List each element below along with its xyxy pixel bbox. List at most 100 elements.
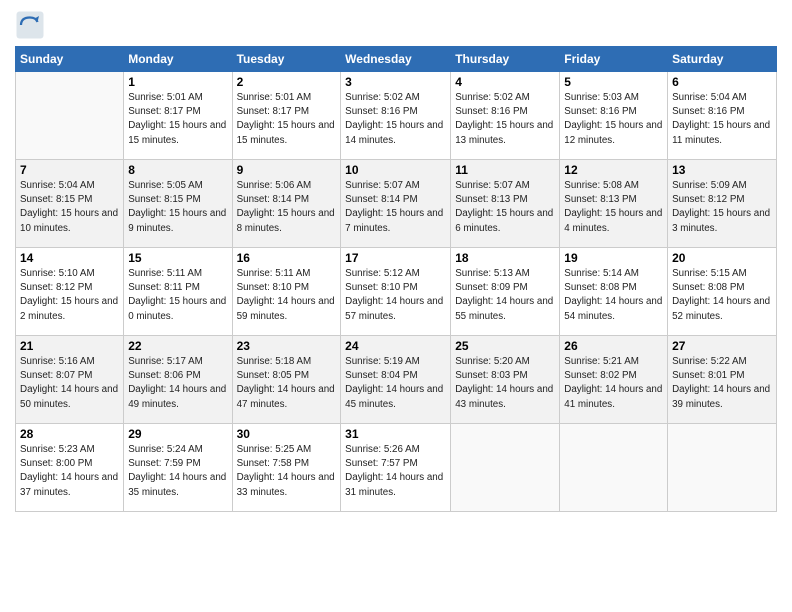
calendar-cell: 26 Sunrise: 5:21 AMSunset: 8:02 PMDayligh… bbox=[560, 336, 668, 424]
calendar-cell: 30Sunrise: 5:25 AMSunset: 7:58 PMDayligh… bbox=[232, 424, 341, 512]
weekday-friday: Friday bbox=[560, 47, 668, 72]
calendar-cell: 22 Sunrise: 5:17 AMSunset: 8:06 PMDayligh… bbox=[124, 336, 232, 424]
calendar-cell: 10 Sunrise: 5:07 AMSunset: 8:14 PMDayligh… bbox=[341, 160, 451, 248]
calendar-cell bbox=[560, 424, 668, 512]
day-info: Sunrise: 5:04 AMSunset: 8:15 PMDaylight:… bbox=[20, 179, 119, 236]
day-number: 21 bbox=[20, 339, 119, 353]
calendar-week-1: 1 Sunrise: 5:01 AMSunset: 8:17 PMDaylight… bbox=[16, 72, 777, 160]
day-info: Sunrise: 5:07 AMSunset: 8:14 PMDaylight:… bbox=[345, 179, 446, 236]
header bbox=[15, 10, 777, 40]
calendar-week-3: 14Sunrise: 5:10 AMSunset: 8:12 PMDayligh… bbox=[16, 248, 777, 336]
day-number: 4 bbox=[455, 75, 555, 89]
day-info: Sunrise: 5:20 AMSunset: 8:03 PMDaylight:… bbox=[455, 355, 555, 412]
day-info: Sunrise: 5:09 AMSunset: 8:12 PMDaylight:… bbox=[672, 179, 772, 236]
calendar-cell: 2 Sunrise: 5:01 AMSunset: 8:17 PMDaylight… bbox=[232, 72, 341, 160]
calendar-week-2: 7Sunrise: 5:04 AMSunset: 8:15 PMDaylight… bbox=[16, 160, 777, 248]
day-number: 31 bbox=[345, 427, 446, 441]
day-number: 19 bbox=[564, 251, 663, 265]
day-number: 11 bbox=[455, 163, 555, 177]
calendar-cell: 1 Sunrise: 5:01 AMSunset: 8:17 PMDaylight… bbox=[124, 72, 232, 160]
day-info: Sunrise: 5:11 AMSunset: 8:10 PMDaylight:… bbox=[237, 267, 337, 324]
day-info: Sunrise: 5:21 AMSunset: 8:02 PMDaylight:… bbox=[564, 355, 663, 412]
day-info: Sunrise: 5:08 AMSunset: 8:13 PMDaylight:… bbox=[564, 179, 663, 236]
calendar-cell bbox=[451, 424, 560, 512]
calendar-cell: 25 Sunrise: 5:20 AMSunset: 8:03 PMDayligh… bbox=[451, 336, 560, 424]
calendar-cell: 8 Sunrise: 5:05 AMSunset: 8:15 PMDaylight… bbox=[124, 160, 232, 248]
day-number: 24 bbox=[345, 339, 446, 353]
day-info: Sunrise: 5:19 AMSunset: 8:04 PMDaylight:… bbox=[345, 355, 446, 412]
day-info: Sunrise: 5:17 AMSunset: 8:06 PMDaylight:… bbox=[128, 355, 227, 412]
day-number: 12 bbox=[564, 163, 663, 177]
main-container: SundayMondayTuesdayWednesdayThursdayFrid… bbox=[0, 0, 792, 522]
day-number: 14 bbox=[20, 251, 119, 265]
calendar-cell: 21 Sunrise: 5:16 AMSunset: 8:07 PMDayligh… bbox=[16, 336, 124, 424]
day-number: 10 bbox=[345, 163, 446, 177]
day-number: 23 bbox=[237, 339, 337, 353]
day-info: Sunrise: 5:03 AMSunset: 8:16 PMDaylight:… bbox=[564, 91, 663, 148]
calendar-cell: 17Sunrise: 5:12 AMSunset: 8:10 PMDayligh… bbox=[341, 248, 451, 336]
calendar-cell: 18 Sunrise: 5:13 AMSunset: 8:09 PMDayligh… bbox=[451, 248, 560, 336]
day-info: Sunrise: 5:07 AMSunset: 8:13 PMDaylight:… bbox=[455, 179, 555, 236]
day-info: Sunrise: 5:13 AMSunset: 8:09 PMDaylight:… bbox=[455, 267, 555, 324]
calendar-cell: 28 Sunrise: 5:23 AMSunset: 8:00 PMDayligh… bbox=[16, 424, 124, 512]
calendar-cell: 20Sunrise: 5:15 AMSunset: 8:08 PMDayligh… bbox=[668, 248, 777, 336]
calendar-cell bbox=[668, 424, 777, 512]
calendar-cell: 12 Sunrise: 5:08 AMSunset: 8:13 PMDayligh… bbox=[560, 160, 668, 248]
calendar-cell: 16 Sunrise: 5:11 AMSunset: 8:10 PMDayligh… bbox=[232, 248, 341, 336]
day-number: 18 bbox=[455, 251, 555, 265]
calendar-cell: 7Sunrise: 5:04 AMSunset: 8:15 PMDaylight… bbox=[16, 160, 124, 248]
calendar-cell: 29 Sunrise: 5:24 AMSunset: 7:59 PMDayligh… bbox=[124, 424, 232, 512]
day-info: Sunrise: 5:01 AMSunset: 8:17 PMDaylight:… bbox=[237, 91, 337, 148]
calendar-cell: 5 Sunrise: 5:03 AMSunset: 8:16 PMDaylight… bbox=[560, 72, 668, 160]
day-number: 15 bbox=[128, 251, 227, 265]
day-info: Sunrise: 5:02 AMSunset: 8:16 PMDaylight:… bbox=[455, 91, 555, 148]
weekday-monday: Monday bbox=[124, 47, 232, 72]
day-info: Sunrise: 5:16 AMSunset: 8:07 PMDaylight:… bbox=[20, 355, 119, 412]
day-info: Sunrise: 5:14 AMSunset: 8:08 PMDaylight:… bbox=[564, 267, 663, 324]
calendar-cell: 27Sunrise: 5:22 AMSunset: 8:01 PMDayligh… bbox=[668, 336, 777, 424]
calendar-cell: 31 Sunrise: 5:26 AMSunset: 7:57 PMDayligh… bbox=[341, 424, 451, 512]
day-number: 20 bbox=[672, 251, 772, 265]
weekday-sunday: Sunday bbox=[16, 47, 124, 72]
day-number: 28 bbox=[20, 427, 119, 441]
day-number: 25 bbox=[455, 339, 555, 353]
day-info: Sunrise: 5:25 AMSunset: 7:58 PMDaylight:… bbox=[237, 443, 337, 500]
day-number: 3 bbox=[345, 75, 446, 89]
calendar-cell: 19 Sunrise: 5:14 AMSunset: 8:08 PMDayligh… bbox=[560, 248, 668, 336]
weekday-thursday: Thursday bbox=[451, 47, 560, 72]
calendar-cell: 14Sunrise: 5:10 AMSunset: 8:12 PMDayligh… bbox=[16, 248, 124, 336]
day-number: 29 bbox=[128, 427, 227, 441]
calendar-cell: 23Sunrise: 5:18 AMSunset: 8:05 PMDayligh… bbox=[232, 336, 341, 424]
day-number: 17 bbox=[345, 251, 446, 265]
calendar-cell: 9Sunrise: 5:06 AMSunset: 8:14 PMDaylight… bbox=[232, 160, 341, 248]
calendar-cell: 24 Sunrise: 5:19 AMSunset: 8:04 PMDayligh… bbox=[341, 336, 451, 424]
calendar-week-5: 28 Sunrise: 5:23 AMSunset: 8:00 PMDayligh… bbox=[16, 424, 777, 512]
calendar-table: SundayMondayTuesdayWednesdayThursdayFrid… bbox=[15, 46, 777, 512]
calendar-cell: 13 Sunrise: 5:09 AMSunset: 8:12 PMDayligh… bbox=[668, 160, 777, 248]
calendar-cell: 15Sunrise: 5:11 AMSunset: 8:11 PMDayligh… bbox=[124, 248, 232, 336]
day-info: Sunrise: 5:01 AMSunset: 8:17 PMDaylight:… bbox=[128, 91, 227, 148]
weekday-tuesday: Tuesday bbox=[232, 47, 341, 72]
calendar-week-4: 21 Sunrise: 5:16 AMSunset: 8:07 PMDayligh… bbox=[16, 336, 777, 424]
weekday-header-row: SundayMondayTuesdayWednesdayThursdayFrid… bbox=[16, 47, 777, 72]
day-number: 26 bbox=[564, 339, 663, 353]
day-info: Sunrise: 5:23 AMSunset: 8:00 PMDaylight:… bbox=[20, 443, 119, 500]
day-info: Sunrise: 5:05 AMSunset: 8:15 PMDaylight:… bbox=[128, 179, 227, 236]
day-number: 16 bbox=[237, 251, 337, 265]
day-info: Sunrise: 5:06 AMSunset: 8:14 PMDaylight:… bbox=[237, 179, 337, 236]
day-info: Sunrise: 5:04 AMSunset: 8:16 PMDaylight:… bbox=[672, 91, 772, 148]
day-number: 8 bbox=[128, 163, 227, 177]
day-info: Sunrise: 5:02 AMSunset: 8:16 PMDaylight:… bbox=[345, 91, 446, 148]
day-number: 1 bbox=[128, 75, 227, 89]
calendar-cell: 6Sunrise: 5:04 AMSunset: 8:16 PMDaylight… bbox=[668, 72, 777, 160]
day-info: Sunrise: 5:26 AMSunset: 7:57 PMDaylight:… bbox=[345, 443, 446, 500]
day-number: 13 bbox=[672, 163, 772, 177]
calendar-cell bbox=[16, 72, 124, 160]
calendar-body: 1 Sunrise: 5:01 AMSunset: 8:17 PMDaylight… bbox=[16, 72, 777, 512]
day-number: 22 bbox=[128, 339, 227, 353]
day-info: Sunrise: 5:24 AMSunset: 7:59 PMDaylight:… bbox=[128, 443, 227, 500]
day-number: 27 bbox=[672, 339, 772, 353]
weekday-wednesday: Wednesday bbox=[341, 47, 451, 72]
day-number: 2 bbox=[237, 75, 337, 89]
day-number: 5 bbox=[564, 75, 663, 89]
